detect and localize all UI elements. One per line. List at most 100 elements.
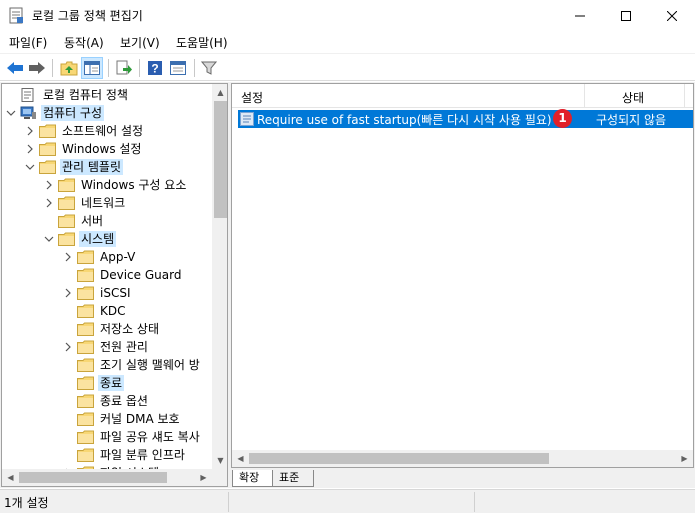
scroll-left-icon[interactable]: ◀ (232, 450, 249, 467)
toolbar: ? (0, 53, 695, 81)
tree-item[interactable]: KDC (2, 302, 128, 320)
properties-button[interactable] (167, 57, 189, 79)
list-horizontal-scrollbar[interactable]: ◀ ▶ (232, 450, 693, 467)
tree-item[interactable]: 로컬 컴퓨터 정책 (2, 86, 130, 104)
column-divider[interactable] (684, 84, 685, 108)
folder-icon (39, 142, 56, 156)
up-folder-icon (60, 61, 78, 76)
tree-item[interactable]: 종료 옵션 (2, 392, 150, 410)
tree-item-label: App-V (100, 250, 136, 264)
folder-icon (77, 412, 94, 426)
column-divider[interactable] (584, 84, 585, 108)
tree-item[interactable]: 컴퓨터 구성 (2, 104, 105, 122)
tree-item[interactable]: App-V (2, 248, 137, 266)
folder-icon (77, 268, 94, 282)
toolbar-separator (108, 59, 109, 77)
scroll-right-icon[interactable]: ▶ (195, 469, 212, 486)
status-divider (474, 492, 475, 512)
tree-item[interactable]: 파일 공유 섀도 복사 (2, 428, 202, 446)
scrollbar-corner (212, 469, 227, 486)
list-horizontal-scroll-thumb[interactable] (249, 453, 549, 464)
list-item[interactable]: Require use of fast startup(빠른 다시 시작 사용 … (238, 110, 693, 128)
tree-item-label: 관리 템플릿 (60, 159, 124, 175)
tree-horizontal-scroll-thumb[interactable] (19, 472, 167, 483)
menu-view[interactable]: 보기(V) (120, 34, 160, 51)
tree-item[interactable]: Windows 구성 요소 (2, 176, 188, 194)
status-text: 1개 설정 (4, 496, 49, 510)
status-divider (228, 492, 229, 512)
tree-item[interactable]: 파일 분류 인프라 (2, 446, 187, 464)
tree-vertical-scrollbar[interactable]: ▲ ▼ (212, 84, 227, 469)
show-hide-tree-button[interactable] (81, 57, 103, 79)
tree-item[interactable]: 서버 (2, 212, 105, 230)
tree-item-label: 시스템 (79, 231, 117, 247)
chevron-right-icon[interactable] (44, 180, 54, 190)
tree-item[interactable]: 저장소 상태 (2, 320, 161, 338)
tree-item[interactable]: 시스템 (2, 230, 117, 248)
column-header-setting[interactable]: 설정 (241, 89, 263, 106)
tree-item[interactable]: iSCSI (2, 284, 133, 302)
chevron-right-icon[interactable] (25, 144, 35, 154)
tree-item[interactable]: 커널 DMA 보호 (2, 410, 182, 428)
folder-icon (77, 376, 94, 390)
tree-item[interactable]: 관리 템플릿 (2, 158, 124, 176)
menu-action[interactable]: 동작(A) (64, 34, 104, 51)
chevron-right-icon[interactable] (63, 252, 73, 262)
folder-icon (77, 322, 94, 336)
tab-extended[interactable]: 확장 (232, 470, 274, 487)
setting-state: 구성되지 않음 (596, 113, 667, 127)
column-header-state[interactable]: 상태 (622, 89, 644, 106)
tree-item-label: Windows 구성 요소 (81, 178, 187, 192)
folder-icon (77, 430, 94, 444)
window-title: 로컬 그룹 정책 편집기 (32, 9, 143, 23)
tree-item-label: KDC (100, 304, 126, 318)
tree-item[interactable]: 소프트웨어 설정 (2, 122, 145, 140)
minimize-button[interactable] (557, 0, 603, 31)
chevron-down-icon[interactable] (6, 108, 16, 118)
computer-policy-icon (20, 106, 36, 119)
folder-icon (39, 160, 56, 174)
tree-item[interactable]: 종료 (2, 374, 125, 392)
chevron-right-icon[interactable] (63, 288, 73, 298)
scroll-up-icon[interactable]: ▲ (212, 84, 227, 101)
folder-icon (58, 196, 75, 210)
chevron-down-icon[interactable] (25, 162, 35, 172)
tab-standard[interactable]: 표준 (272, 470, 314, 487)
folder-icon (58, 232, 75, 246)
tree-item-label: 파일 공유 섀도 복사 (100, 430, 200, 444)
export-list-button[interactable] (113, 57, 135, 79)
annotation-badge: 1 (553, 109, 572, 128)
toolbar-separator (52, 59, 53, 77)
tree-item[interactable]: Device Guard (2, 266, 183, 284)
close-button[interactable] (649, 0, 695, 31)
chevron-right-icon[interactable] (44, 198, 54, 208)
tree-item-label: 서버 (81, 214, 104, 228)
up-folder-button[interactable] (58, 57, 80, 79)
tree-item[interactable]: Windows 설정 (2, 140, 143, 158)
maximize-button[interactable] (603, 0, 649, 31)
scroll-down-icon[interactable]: ▼ (212, 452, 227, 469)
tree-item-label: 종료 옵션 (100, 394, 148, 408)
tree-vertical-scroll-thumb[interactable] (214, 101, 227, 218)
tree-item-label: 네트워크 (81, 196, 126, 210)
tree-item[interactable]: 네트워크 (2, 194, 127, 212)
tree-item[interactable]: 전원 관리 (2, 338, 150, 356)
filter-button[interactable] (198, 57, 220, 79)
folder-icon (77, 304, 94, 318)
tree-horizontal-scrollbar[interactable]: ◀ ▶ (2, 469, 212, 486)
help-button[interactable]: ? (144, 57, 166, 79)
tree-item[interactable]: 조기 실행 맬웨어 방 (2, 356, 202, 374)
tree-item-label: 저장소 상태 (100, 322, 160, 336)
chevron-right-icon[interactable] (25, 126, 35, 136)
menu-help[interactable]: 도움말(H) (176, 34, 228, 51)
back-button[interactable] (4, 57, 26, 79)
chevron-right-icon[interactable] (63, 342, 73, 352)
scroll-left-icon[interactable]: ◀ (2, 469, 19, 486)
tree-item-label: iSCSI (100, 286, 131, 300)
menu-file[interactable]: 파일(F) (9, 34, 47, 51)
chevron-down-icon[interactable] (44, 234, 54, 244)
scroll-right-icon[interactable]: ▶ (676, 450, 693, 467)
forward-button[interactable] (26, 57, 48, 79)
tree-item-label: 전원 관리 (100, 340, 148, 354)
minimize-icon (575, 15, 585, 16)
